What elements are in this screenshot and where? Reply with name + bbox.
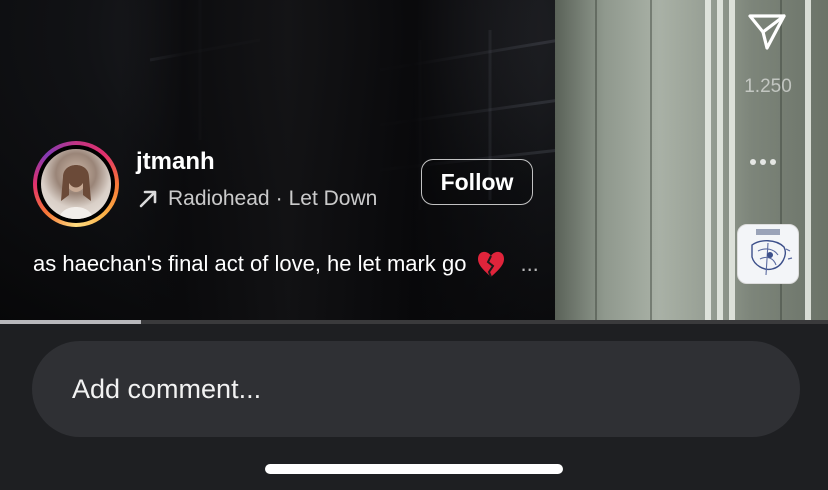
comment-input[interactable]: Add comment... bbox=[32, 341, 800, 437]
audio-separator: · bbox=[275, 187, 283, 210]
comment-placeholder: Add comment... bbox=[72, 373, 262, 404]
paper-plane-icon[interactable] bbox=[746, 10, 788, 52]
arrow-up-right-icon bbox=[139, 190, 157, 208]
share-count: 1.250 bbox=[744, 76, 792, 97]
caption-more[interactable]: ... bbox=[520, 251, 538, 277]
caption-text: as haechan's final act of love, he let m… bbox=[33, 251, 467, 276]
audio-info[interactable]: Radiohead · Let Down bbox=[136, 185, 377, 213]
album-art[interactable] bbox=[737, 224, 799, 284]
home-indicator[interactable] bbox=[265, 464, 563, 474]
follow-button[interactable]: Follow bbox=[421, 159, 533, 205]
broken-heart-icon bbox=[478, 251, 505, 278]
caption[interactable]: as haechan's final act of love, he let m… bbox=[33, 250, 539, 278]
more-dots-icon[interactable] bbox=[750, 152, 786, 172]
username[interactable]: jtmanh bbox=[136, 148, 215, 176]
avatar[interactable] bbox=[33, 141, 119, 227]
avatar-photo bbox=[41, 149, 111, 219]
reel-video[interactable]: 1.250 jtmanh Radiohead · Let Down Follow… bbox=[0, 0, 828, 322]
bottom-bar: Add comment... bbox=[0, 324, 828, 490]
audio-track: Let Down bbox=[288, 187, 378, 210]
audio-artist: Radiohead bbox=[168, 187, 270, 210]
